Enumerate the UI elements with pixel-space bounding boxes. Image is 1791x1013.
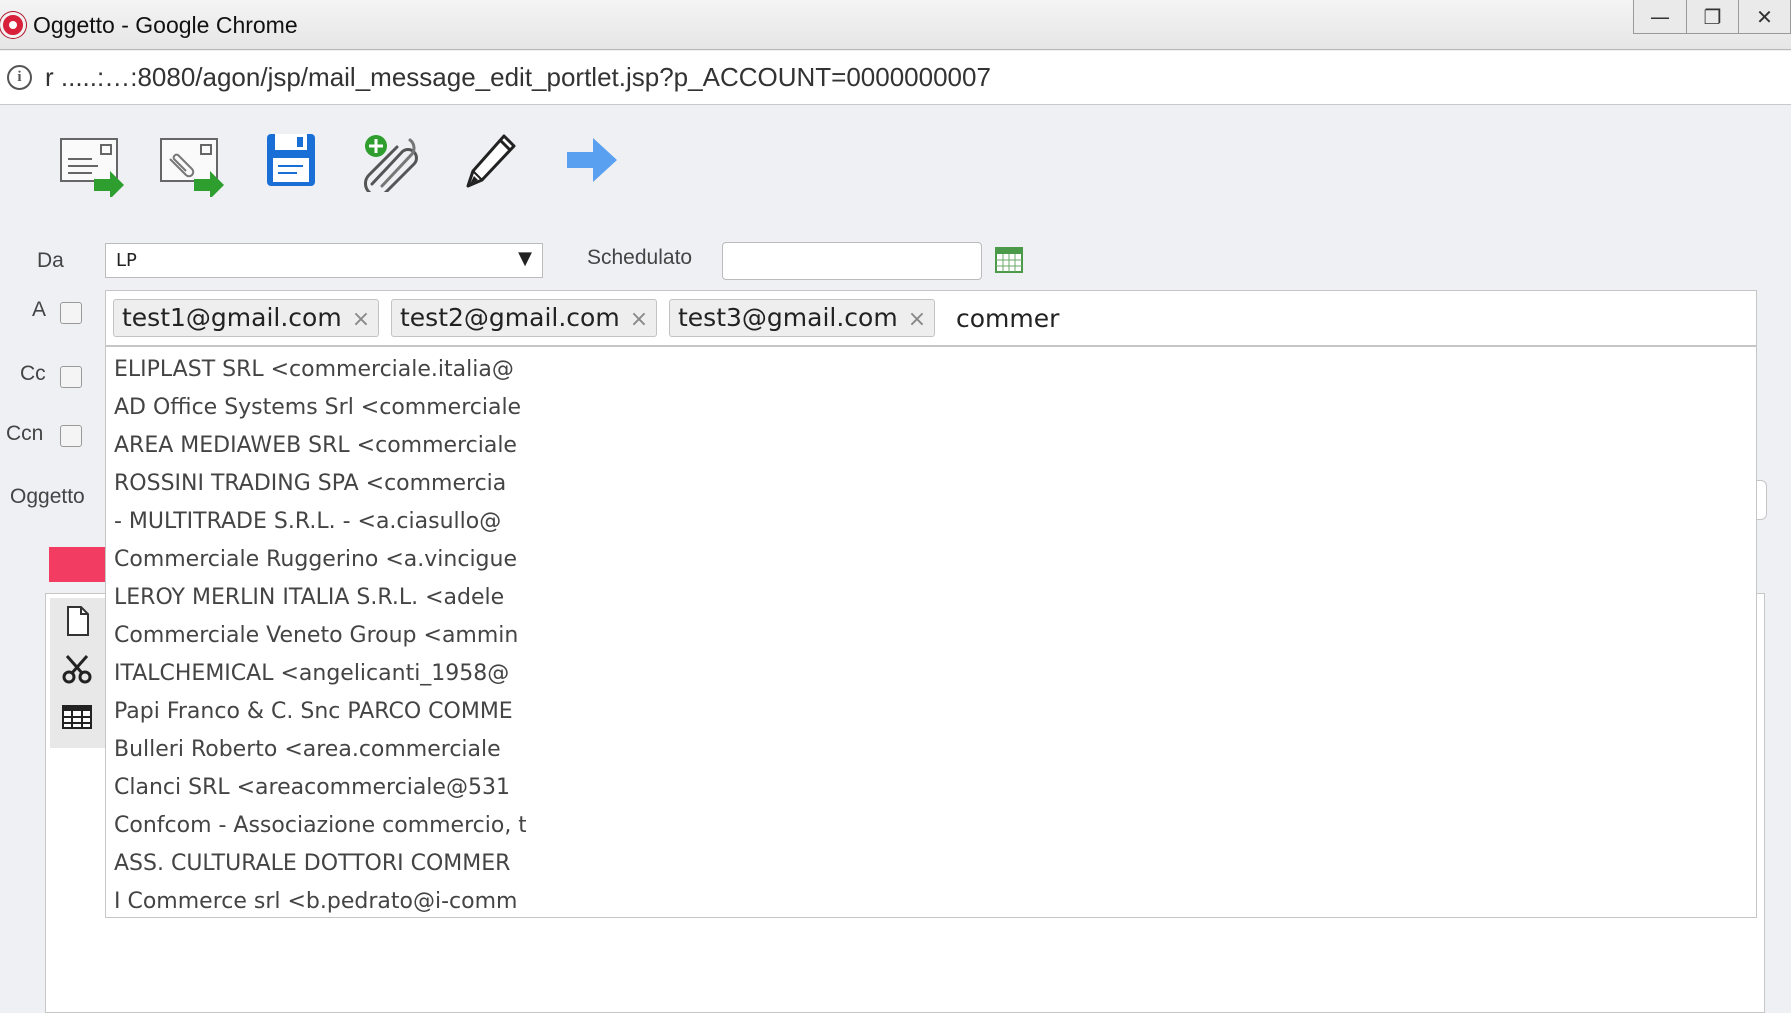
remove-recipient-icon[interactable]: × xyxy=(908,307,926,332)
cc-label: Cc xyxy=(20,362,46,385)
suggestion-item[interactable]: ASS. CULTURALE DOTTORI COMMER xyxy=(114,851,526,876)
suggestion-item[interactable]: Confcom - Associazione commercio, t xyxy=(114,813,526,838)
oggetto-label: Oggetto xyxy=(10,485,85,508)
new-document-icon[interactable] xyxy=(60,604,94,638)
da-select[interactable]: LP ▼ xyxy=(105,243,543,278)
autocomplete-dropdown: ELIPLAST SRL <commerciale.italia@ AD Off… xyxy=(105,346,1757,918)
suggestion-item[interactable]: Commerciale Ruggerino <a.vincigue xyxy=(114,547,526,572)
forward-arrow-icon[interactable] xyxy=(565,136,619,184)
send-message-icon[interactable] xyxy=(58,135,126,197)
recipient-chip: test3@gmail.com × xyxy=(669,299,936,337)
minimize-button[interactable]: — xyxy=(1634,0,1686,34)
editor-toolbar xyxy=(50,598,105,748)
add-attachment-icon[interactable] xyxy=(360,132,424,192)
close-button[interactable]: ✕ xyxy=(1738,0,1790,34)
ccn-label: Ccn xyxy=(6,422,44,445)
suggestion-item[interactable]: - MULTITRADE S.R.L. - <a.ciasullo@ xyxy=(114,509,526,534)
chevron-down-icon: ▼ xyxy=(518,248,532,269)
suggestion-item[interactable]: ITALCHEMICAL <angelicanti_1958@ xyxy=(114,661,526,686)
recipient-chip: test2@gmail.com × xyxy=(391,299,658,337)
a-label: A xyxy=(32,298,47,321)
recipients-input[interactable]: test1@gmail.com × test2@gmail.com × test3@… xyxy=(105,290,1757,346)
recipient-typed-text[interactable]: commer xyxy=(956,304,1059,333)
window-title: Oggetto - Google Chrome xyxy=(33,12,298,38)
recipient-email: test1@gmail.com xyxy=(122,303,342,332)
browser-title-bar: Oggetto - Google Chrome — ❐ ✕ xyxy=(0,0,1791,50)
schedulato-input[interactable] xyxy=(722,242,982,280)
save-icon[interactable] xyxy=(265,132,317,188)
suggestion-item[interactable]: ROSSINI TRADING SPA <commercia xyxy=(114,471,526,496)
suggestion-item[interactable]: ELIPLAST SRL <commerciale.italia@ xyxy=(114,357,526,382)
recipient-chip: test1@gmail.com × xyxy=(113,299,380,337)
recipient-email: test2@gmail.com xyxy=(400,303,620,332)
ccn-checkbox[interactable] xyxy=(60,425,82,447)
suggestion-item[interactable]: Clanci SRL <areacommerciale@531 xyxy=(114,775,526,800)
da-label: Da xyxy=(37,249,64,272)
a-checkbox[interactable] xyxy=(60,302,82,324)
da-selected-value: LP xyxy=(116,250,137,271)
schedulato-label: Schedulato xyxy=(587,246,693,269)
suggestion-item[interactable]: LEROY MERLIN ITALIA S.R.L. <adele xyxy=(114,585,526,610)
remove-recipient-icon[interactable]: × xyxy=(630,307,648,332)
suggestion-item[interactable]: Papi Franco & C. Snc PARCO COMME xyxy=(114,699,526,724)
suggestion-item[interactable]: AREA MEDIAWEB SRL <commerciale xyxy=(114,433,526,458)
suggestion-item[interactable]: AD Office Systems Srl <commerciale xyxy=(114,395,526,420)
recipient-email: test3@gmail.com xyxy=(678,303,898,332)
address-bar[interactable]: i r .....:…:8080/agon/jsp/mail_message_e… xyxy=(0,51,1791,105)
suggestion-item[interactable]: Commerciale Veneto Group <ammin xyxy=(114,623,526,648)
chrome-logo-icon xyxy=(0,12,26,38)
window-controls: — ❐ ✕ xyxy=(1633,0,1791,34)
url-text[interactable]: r .....:…:8080/agon/jsp/mail_message_edi… xyxy=(45,62,991,93)
remove-recipient-icon[interactable]: × xyxy=(352,307,370,332)
suggestion-item[interactable]: Bulleri Roberto <area.commerciale xyxy=(114,737,526,762)
oggetto-input-edge[interactable] xyxy=(1757,480,1767,520)
restore-button[interactable]: ❐ xyxy=(1686,0,1738,34)
table-icon[interactable] xyxy=(60,700,94,734)
suggestion-item[interactable]: I Commerce srl <b.pedrato@i-comm xyxy=(114,889,526,914)
edit-pen-icon[interactable] xyxy=(462,132,518,192)
calendar-icon[interactable] xyxy=(995,247,1023,273)
info-icon[interactable]: i xyxy=(7,65,32,90)
cc-checkbox[interactable] xyxy=(60,366,82,388)
cut-icon[interactable] xyxy=(60,652,94,686)
accent-bar xyxy=(49,547,105,582)
send-with-attachment-icon[interactable] xyxy=(158,135,226,197)
